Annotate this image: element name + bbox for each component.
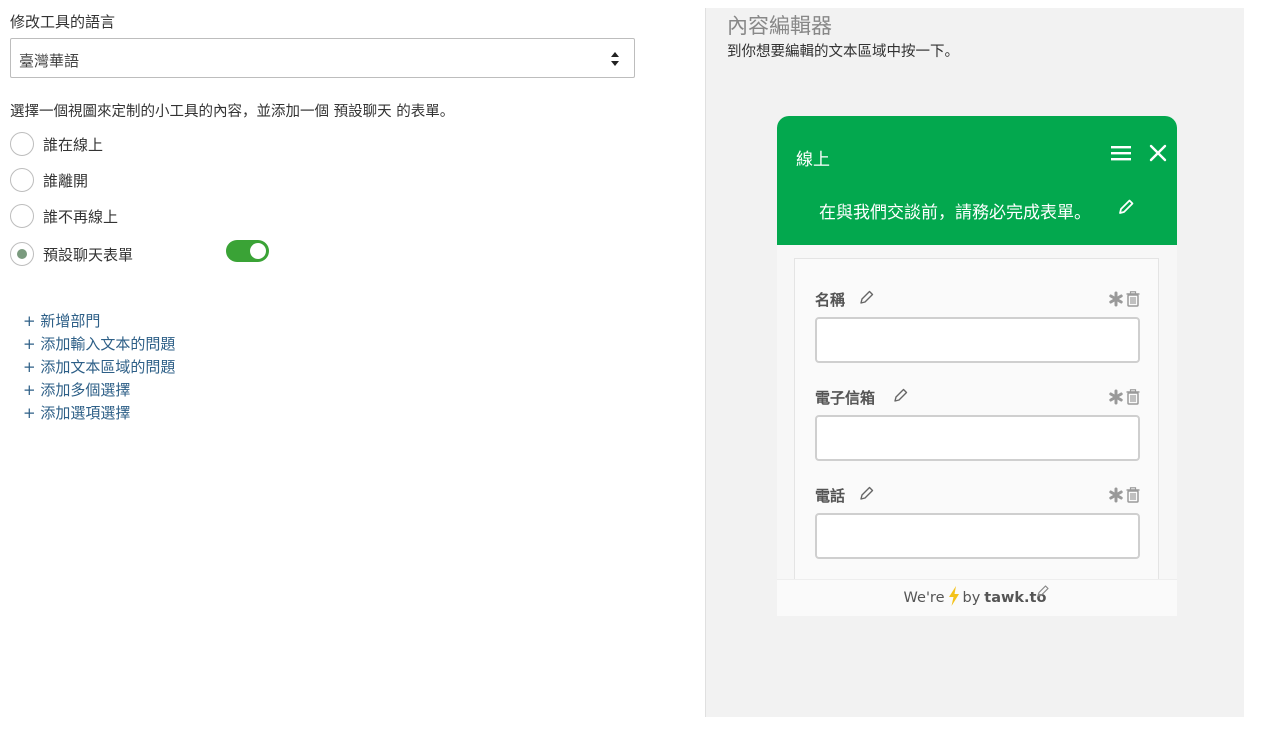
radio-button-checked[interactable] bbox=[10, 242, 34, 266]
widget-status[interactable]: 線上 bbox=[796, 145, 830, 170]
field-actions bbox=[1108, 389, 1140, 409]
add-option-select-link[interactable]: + 添加選項選擇 bbox=[23, 402, 175, 425]
toggle-knob bbox=[250, 243, 266, 259]
phone-input[interactable] bbox=[815, 513, 1140, 559]
radio-button[interactable] bbox=[10, 132, 34, 156]
required-asterisk-icon[interactable] bbox=[1108, 291, 1124, 311]
widget-body: 名稱 電子信箱 電話 bbox=[777, 245, 1177, 579]
widget-header: 線上 在與我們交談前，請務必完成表單。 bbox=[777, 116, 1177, 245]
pencil-edit-icon[interactable] bbox=[1036, 584, 1050, 602]
chat-widget-preview: 線上 在與我們交談前，請務必完成表單。 名稱 電子信箱 電話 We're by … bbox=[777, 116, 1177, 616]
language-label: 修改工具的語言 bbox=[10, 13, 116, 31]
email-input[interactable] bbox=[815, 415, 1140, 461]
radio-label: 預設聊天表單 bbox=[43, 245, 134, 264]
footer-by: by bbox=[962, 590, 981, 606]
prechat-form-toggle[interactable] bbox=[226, 240, 269, 262]
widget-message[interactable]: 在與我們交談前，請務必完成表單。 bbox=[819, 198, 1091, 223]
required-asterisk-icon[interactable] bbox=[1108, 487, 1124, 507]
radio-label: 誰在線上 bbox=[43, 135, 104, 154]
trash-icon[interactable] bbox=[1126, 291, 1140, 311]
footer-prefix: We're bbox=[903, 590, 945, 606]
close-icon[interactable] bbox=[1149, 144, 1167, 162]
radio-button[interactable] bbox=[10, 204, 34, 228]
field-actions bbox=[1108, 291, 1140, 311]
radio-option-prechat-form[interactable]: 預設聊天表單 bbox=[10, 241, 133, 267]
settings-panel: 修改工具的語言 臺灣華語 選擇一個視圖來定制的小工具的內容，並添加一個 預設聊天… bbox=[0, 0, 705, 731]
editor-description: 到你想要編輯的文本區域中按一下。 bbox=[727, 44, 959, 60]
pencil-edit-icon[interactable] bbox=[893, 387, 909, 403]
pencil-edit-icon[interactable] bbox=[859, 289, 875, 305]
language-select[interactable]: 臺灣華語 bbox=[10, 38, 635, 78]
field-actions bbox=[1108, 487, 1140, 507]
radio-option-online[interactable]: 誰在線上 bbox=[10, 131, 103, 157]
trash-icon[interactable] bbox=[1126, 389, 1140, 409]
trash-icon[interactable] bbox=[1126, 487, 1140, 507]
view-description: 選擇一個視圖來定制的小工具的內容，並添加一個 預設聊天 的表單。 bbox=[10, 104, 455, 120]
prechat-form: 名稱 電子信箱 電話 bbox=[794, 258, 1159, 579]
pencil-edit-icon[interactable] bbox=[859, 485, 875, 501]
field-label[interactable]: 名稱 bbox=[815, 289, 845, 310]
editor-title: 內容編輯器 bbox=[727, 14, 832, 38]
name-input[interactable] bbox=[815, 317, 1140, 363]
field-label[interactable]: 電話 bbox=[815, 485, 845, 506]
widget-footer: We're by tawk.to bbox=[777, 579, 1177, 616]
field-label[interactable]: 電子信箱 bbox=[815, 387, 875, 408]
radio-label: 誰離開 bbox=[43, 171, 89, 190]
hamburger-menu-icon[interactable] bbox=[1111, 145, 1131, 161]
content-editor-panel: 內容編輯器 到你想要編輯的文本區域中按一下。 線上 在與我們交談前，請務必完成表… bbox=[705, 8, 1244, 717]
select-arrows-icon bbox=[610, 51, 620, 67]
language-selected-value: 臺灣華語 bbox=[19, 52, 80, 70]
add-department-link[interactable]: + 新增部門 bbox=[23, 310, 175, 333]
add-links-list: + 新增部門 + 添加輸入文本的問題 + 添加文本區域的問題 + 添加多個選擇 … bbox=[23, 310, 175, 425]
add-multiple-choice-link[interactable]: + 添加多個選擇 bbox=[23, 379, 175, 402]
add-text-input-question-link[interactable]: + 添加輸入文本的問題 bbox=[23, 333, 175, 356]
lightning-bolt-icon bbox=[948, 586, 960, 610]
radio-label: 誰不再線上 bbox=[43, 207, 119, 226]
radio-button[interactable] bbox=[10, 168, 34, 192]
pencil-edit-icon[interactable] bbox=[1117, 198, 1135, 216]
required-asterisk-icon[interactable] bbox=[1108, 389, 1124, 409]
add-textarea-question-link[interactable]: + 添加文本區域的問題 bbox=[23, 356, 175, 379]
radio-option-away[interactable]: 誰離開 bbox=[10, 167, 88, 193]
radio-option-offline[interactable]: 誰不再線上 bbox=[10, 203, 118, 229]
